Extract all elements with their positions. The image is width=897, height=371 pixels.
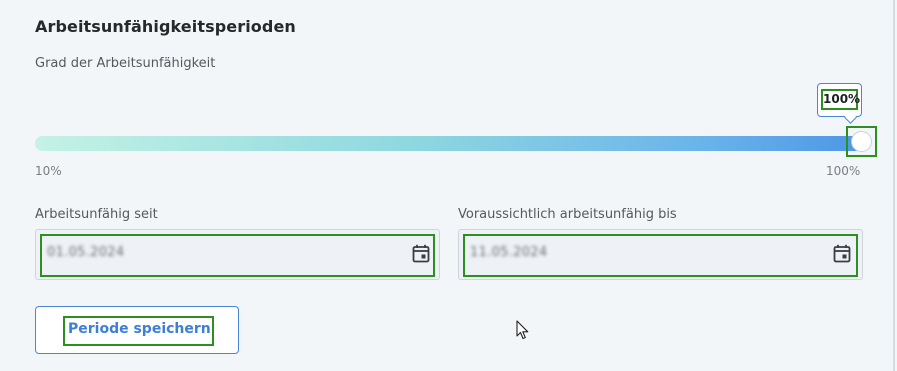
save-button-label: Periode speichern xyxy=(68,321,211,337)
slider-thumb[interactable] xyxy=(851,131,872,152)
save-period-button[interactable]: Periode speichern xyxy=(35,306,239,354)
panel-scroll-edge xyxy=(893,0,895,371)
calendar-icon[interactable] xyxy=(833,244,851,263)
period-panel: Arbeitsunfähigkeitsperioden Grad der Arb… xyxy=(0,0,897,371)
end-date-field[interactable]: 11.05.2024 xyxy=(458,229,863,280)
section-title: Arbeitsunfähigkeitsperioden xyxy=(35,17,296,36)
end-date-label: Voraussichtlich arbeitsunfähig bis xyxy=(458,207,677,222)
mouse-cursor-icon xyxy=(516,320,529,340)
calendar-icon[interactable] xyxy=(412,244,430,263)
end-date-value: 11.05.2024 xyxy=(470,245,548,260)
slider-label: Grad der Arbeitsunfähigkeit xyxy=(35,56,216,71)
slider-min-label: 10% xyxy=(35,164,62,178)
slider-max-label: 100% xyxy=(826,164,861,178)
slider-thumb-highlight[interactable] xyxy=(846,126,877,157)
start-date-label: Arbeitsunfähig seit xyxy=(35,207,158,222)
slider-track[interactable] xyxy=(35,136,863,151)
start-date-field[interactable]: 01.05.2024 xyxy=(35,229,440,280)
slider-value-text: 100% xyxy=(821,89,860,110)
start-date-value: 01.05.2024 xyxy=(47,245,125,260)
slider-fill xyxy=(35,136,863,151)
slider-value-tooltip: 100% xyxy=(817,83,862,117)
